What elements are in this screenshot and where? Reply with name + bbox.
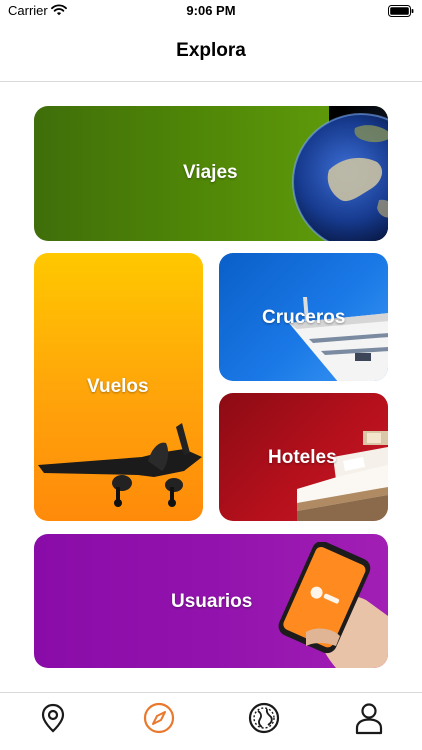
compass-icon: [142, 701, 176, 740]
tab-explore[interactable]: [139, 700, 179, 740]
card-vuelos-label: Vuelos: [87, 376, 149, 397]
card-usuarios-label: Usuarios: [171, 591, 253, 612]
status-bar: Carrier 9:06 PM: [0, 0, 422, 24]
location-pin-icon: [38, 702, 68, 739]
status-time: 9:06 PM: [186, 3, 236, 18]
card-hoteles-label: Hoteles: [268, 447, 337, 468]
card-cruceros-label: Cruceros: [262, 307, 346, 328]
globe-icon: [247, 701, 281, 740]
hotel-bed-image: [297, 431, 388, 521]
tab-map[interactable]: [33, 700, 73, 740]
phone-in-hand-image: [270, 541, 388, 668]
card-viajes-label: Viajes: [183, 162, 238, 183]
earth-globe-image: [269, 106, 388, 241]
user-icon: [354, 701, 384, 740]
tab-bar-divider: [0, 692, 422, 693]
airplane-image: [34, 413, 203, 521]
nav-divider: [0, 81, 422, 82]
page-title: Explora: [176, 40, 246, 61]
battery-icon: [388, 4, 414, 22]
tab-world[interactable]: [244, 700, 284, 740]
tab-profile[interactable]: [349, 700, 389, 740]
